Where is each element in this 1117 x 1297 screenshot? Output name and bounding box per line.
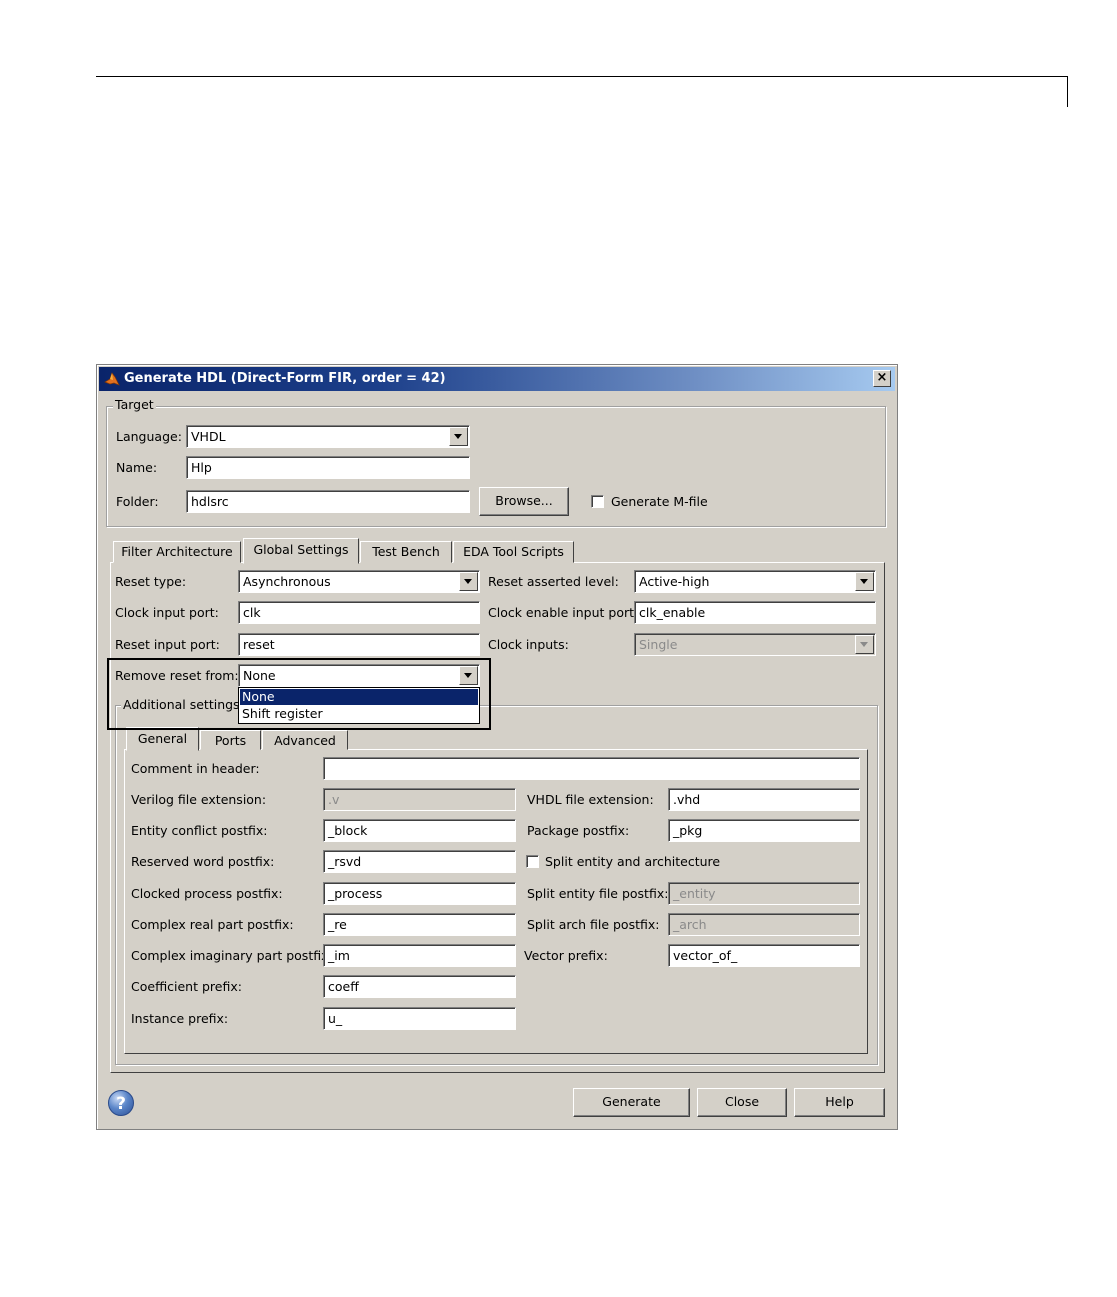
chevron-down-icon[interactable] (449, 427, 468, 446)
comment-field[interactable] (323, 757, 860, 780)
browse-button[interactable]: Browse... (479, 487, 569, 516)
vhdl-ext-field[interactable]: .vhd (668, 788, 860, 811)
split-entity-arch-checkbox[interactable] (526, 855, 539, 868)
name-field[interactable]: Hlp (186, 456, 470, 479)
reset-asserted-value: Active-high (639, 574, 710, 589)
package-postfix-label: Package postfix: (527, 823, 630, 838)
target-legend: Target (113, 397, 156, 412)
tab-global-settings[interactable]: Global Settings (243, 538, 359, 564)
reset-input-label: Reset input port: (115, 637, 220, 652)
clock-input-field[interactable]: clk (238, 601, 480, 624)
vector-prefix-field[interactable]: vector_of_ (668, 944, 860, 967)
split-entity-file-field: _entity (668, 882, 860, 905)
reserved-word-field[interactable]: _rsvd (323, 850, 516, 873)
reset-asserted-label: Reset asserted level: (488, 574, 619, 589)
close-icon[interactable]: × (873, 370, 891, 387)
complex-imag-label: Complex imaginary part postfix: (131, 948, 333, 963)
instance-prefix-field[interactable]: u_ (323, 1007, 516, 1030)
entity-conflict-label: Entity conflict postfix: (131, 823, 268, 838)
tab-general[interactable]: General (126, 727, 199, 751)
reset-asserted-select[interactable]: Active-high (634, 570, 876, 593)
reset-type-label: Reset type: (115, 574, 187, 589)
vhdl-ext-label: VHDL file extension: (527, 792, 654, 807)
complex-real-field[interactable]: _re (323, 913, 516, 936)
clock-inputs-select: Single (634, 633, 876, 656)
close-button[interactable]: Close (697, 1088, 787, 1117)
dialog-title: Generate HDL (Direct-Form FIR, order = 4… (124, 371, 446, 386)
split-entity-arch-label: Split entity and architecture (545, 854, 721, 869)
clock-inputs-value: Single (639, 637, 678, 652)
folder-field[interactable]: hdlsrc (186, 490, 470, 513)
coeff-prefix-field[interactable]: coeff (323, 975, 516, 998)
reserved-word-label: Reserved word postfix: (131, 854, 275, 869)
verilog-ext-label: Verilog file extension: (131, 792, 267, 807)
tab-ports[interactable]: Ports (200, 730, 261, 750)
instance-prefix-label: Instance prefix: (131, 1011, 229, 1026)
comment-label: Comment in header: (131, 761, 260, 776)
generate-mfile-label: Generate M-file (611, 494, 708, 509)
generate-mfile-checkbox[interactable] (591, 495, 604, 508)
tab-eda-tool-scripts[interactable]: EDA Tool Scripts (453, 541, 574, 563)
split-arch-file-field: _arch (668, 913, 860, 936)
tab-advanced[interactable]: Advanced (262, 730, 348, 750)
split-arch-file-label: Split arch file postfix: (527, 917, 660, 932)
clocked-process-field[interactable]: _process (323, 882, 516, 905)
help-icon[interactable]: ? (108, 1090, 134, 1116)
clock-inputs-label: Clock inputs: (488, 637, 569, 652)
tab-filter-architecture[interactable]: Filter Architecture (113, 541, 241, 563)
clock-enable-field[interactable]: clk_enable (634, 601, 876, 624)
reset-type-select[interactable]: Asynchronous (238, 570, 480, 593)
language-value: VHDL (191, 429, 226, 444)
clocked-process-label: Clocked process postfix: (131, 886, 283, 901)
generate-button[interactable]: Generate (573, 1088, 690, 1117)
chevron-down-icon (855, 635, 874, 654)
vector-prefix-label: Vector prefix: (524, 948, 608, 963)
help-button[interactable]: Help (794, 1088, 885, 1117)
language-label: Language: (116, 429, 182, 444)
coeff-prefix-label: Coefficient prefix: (131, 979, 242, 994)
folder-label: Folder: (116, 494, 159, 509)
clock-input-label: Clock input port: (115, 605, 219, 620)
chevron-down-icon[interactable] (459, 572, 478, 591)
page-header-rule-tick (1067, 76, 1068, 107)
matlab-logo-icon (104, 371, 120, 387)
verilog-ext-field: .v (323, 788, 516, 811)
callout-highlight-box (107, 658, 491, 730)
page-header-rule (96, 76, 1068, 77)
package-postfix-field[interactable]: _pkg (668, 819, 860, 842)
entity-conflict-field[interactable]: _block (323, 819, 516, 842)
complex-real-label: Complex real part postfix: (131, 917, 294, 932)
language-select[interactable]: VHDL (186, 425, 470, 448)
complex-imag-field[interactable]: _im (323, 944, 516, 967)
tab-test-bench[interactable]: Test Bench (360, 541, 452, 563)
chevron-down-icon[interactable] (855, 572, 874, 591)
clock-enable-label: Clock enable input port: (488, 605, 639, 620)
reset-input-field[interactable]: reset (238, 633, 480, 656)
split-entity-file-label: Split entity file postfix: (527, 886, 669, 901)
reset-type-value: Asynchronous (243, 574, 331, 589)
name-label: Name: (116, 460, 158, 475)
title-bar[interactable]: Generate HDL (Direct-Form FIR, order = 4… (99, 367, 895, 391)
